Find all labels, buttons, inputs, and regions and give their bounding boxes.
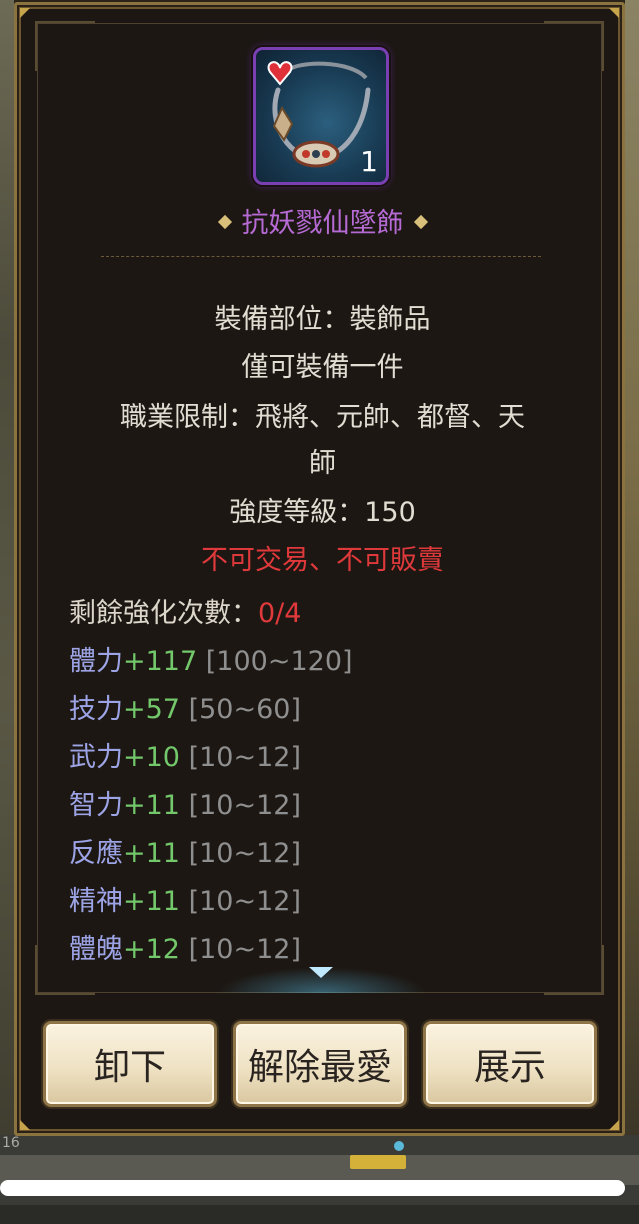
hud-gold-slots [350,1155,406,1169]
corner-accent [609,1120,619,1130]
corner-accent [609,8,619,18]
stat-range: [10~12] [188,742,301,773]
stat-value: +57 [123,694,180,725]
stat-row: 體魄+12 [10~12] [69,927,301,966]
corner-accent [20,1120,30,1130]
hud-progress-bar [0,1180,625,1196]
stat-row: 精神+11 [10~12] [69,879,301,918]
unfavorite-button[interactable]: 解除最愛 [233,1021,407,1107]
trade-restriction-text: 不可交易、不可販賣 [201,545,444,576]
game-bottom-hud: 16 [0,1135,639,1224]
strength-level-text: 強度等級：150 [229,497,416,528]
item-name-row: 抗妖戮仙墜飾 [17,201,628,240]
stat-range: [10~12] [188,790,301,821]
hud-base [0,1205,639,1224]
stat-row: 體力+117 [100~120] [69,639,353,678]
diamond-icon [413,214,428,229]
hud-number: 16 [2,1135,20,1151]
equip-slot-text: 裝備部位：裝飾品 [214,304,431,335]
unequip-button[interactable]: 卸下 [43,1021,217,1107]
stat-range: [100~120] [205,646,353,677]
class-restriction-text-cont: 師 [309,448,336,479]
stat-row: 智力+11 [10~12] [69,783,301,822]
frame-corner-ornament [544,945,604,995]
stat-name: 技力 [69,694,123,725]
stat-range: [10~12] [188,886,301,917]
stat-value: +117 [123,646,198,677]
frame-corner-ornament [35,21,95,71]
frame-corner-ornament [544,21,604,71]
hud-indicator-dot [394,1141,404,1151]
scroll-down-icon[interactable] [309,967,333,978]
item-name: 抗妖戮仙墜飾 [241,208,404,239]
item-stack-count: 1 [360,145,378,178]
item-tooltip-panel: 1 抗妖戮仙墜飾 裝備部位：裝飾品 僅可裝備一件 職業限制：飛將、元帥、都督、天… [14,2,625,1136]
enhance-count-value: 0/4 [258,598,302,629]
stat-value: +12 [123,934,180,965]
stat-name: 精神 [69,886,123,917]
class-restriction-text: 職業限制：飛將、元帥、都督、天 [120,402,525,433]
item-icon-slot[interactable]: 1 [253,47,389,185]
unique-equip-text: 僅可裝備一件 [241,352,404,383]
stat-name: 反應 [69,838,123,869]
game-background-left [0,0,14,1150]
stat-name: 智力 [69,790,123,821]
stat-row: 反應+11 [10~12] [69,831,301,870]
stat-name: 武力 [69,742,123,773]
divider [101,256,541,257]
stat-value: +11 [123,790,180,821]
show-button[interactable]: 展示 [423,1021,597,1107]
enhance-count-row: 剩餘強化次數：0/4 [69,591,301,630]
stat-row: 武力+10 [10~12] [69,735,301,774]
stat-row: 技力+57 [50~60] [69,687,301,726]
stat-value: +11 [123,886,180,917]
stat-value: +10 [123,742,180,773]
enhance-count-label: 剩餘強化次數： [69,598,258,629]
stat-range: [10~12] [188,934,301,965]
stat-name: 體力 [69,646,123,677]
corner-accent [20,8,30,18]
stat-value: +11 [123,838,180,869]
stat-name: 體魄 [69,934,123,965]
stat-range: [50~60] [188,694,301,725]
diamond-icon [217,214,232,229]
stat-range: [10~12] [188,838,301,869]
